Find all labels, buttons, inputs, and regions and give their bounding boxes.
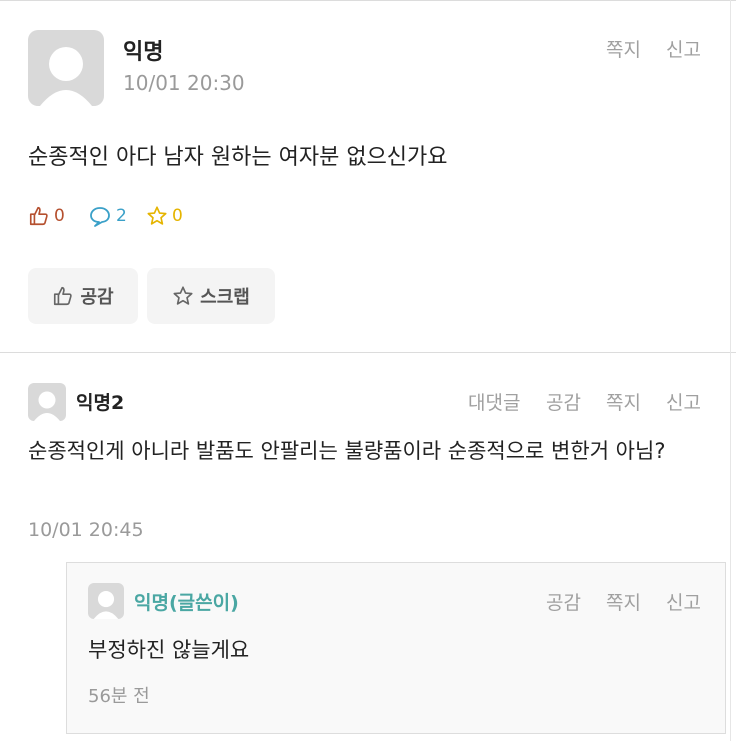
comment-report-link[interactable]: 신고: [666, 388, 701, 415]
default-user-icon: [34, 391, 60, 421]
thumbs-up-icon: [29, 206, 48, 226]
like-count-value: 0: [54, 206, 65, 226]
post-body: 순종적인 아다 남자 원하는 여자분 없으신가요: [28, 145, 448, 170]
scrap-count-value: 0: [172, 206, 183, 226]
star-icon: [173, 286, 193, 305]
comment-reply-link[interactable]: 대댓글: [468, 388, 520, 415]
scrap-count: 0: [146, 205, 183, 227]
post-timestamp: 10/01 20:30: [123, 71, 245, 95]
comment-author: 익명2: [76, 392, 125, 414]
top-divider: [0, 0, 736, 1]
reply-body: 부정하진 않늘게요: [88, 638, 250, 662]
comment-like-link[interactable]: 공감: [546, 388, 581, 415]
comment-timestamp: 10/01 20:45: [28, 519, 144, 541]
star-icon: [147, 206, 167, 225]
post-report-link[interactable]: 신고: [666, 35, 701, 62]
like-count: 0: [28, 205, 65, 227]
reply-author: 익명(글쓴이): [134, 592, 239, 614]
like-button[interactable]: 공감: [28, 268, 138, 324]
scrap-button[interactable]: 스크랩: [147, 268, 275, 324]
reply-avatar: [88, 583, 124, 619]
reply-report-link[interactable]: 신고: [666, 588, 701, 615]
post-avatar: [28, 30, 104, 106]
post-message-link[interactable]: 쪽지: [606, 35, 641, 62]
scrap-button-label: 스크랩: [200, 287, 250, 308]
default-user-icon: [40, 47, 92, 106]
comment-message-link[interactable]: 쪽지: [606, 388, 641, 415]
comment-avatar: [28, 383, 66, 421]
comment-body: 순종적인게 아니라 발품도 안팔리는 불량품이라 순종적으로 변한거 아님?: [28, 439, 666, 463]
reply-message-link[interactable]: 쪽지: [606, 588, 641, 615]
section-divider: [0, 352, 736, 353]
reply-like-link[interactable]: 공감: [546, 588, 581, 615]
default-user-icon: [93, 591, 119, 619]
comment-bubble-icon: [90, 207, 110, 227]
thumbs-up-icon: [54, 286, 73, 306]
comment-count-value: 2: [116, 206, 127, 226]
reply-timestamp: 56분 전: [88, 686, 150, 707]
post-author: 익명: [123, 40, 164, 65]
like-button-label: 공감: [80, 287, 114, 308]
right-edge-divider: [730, 0, 731, 741]
comment-count: 2: [88, 205, 127, 227]
